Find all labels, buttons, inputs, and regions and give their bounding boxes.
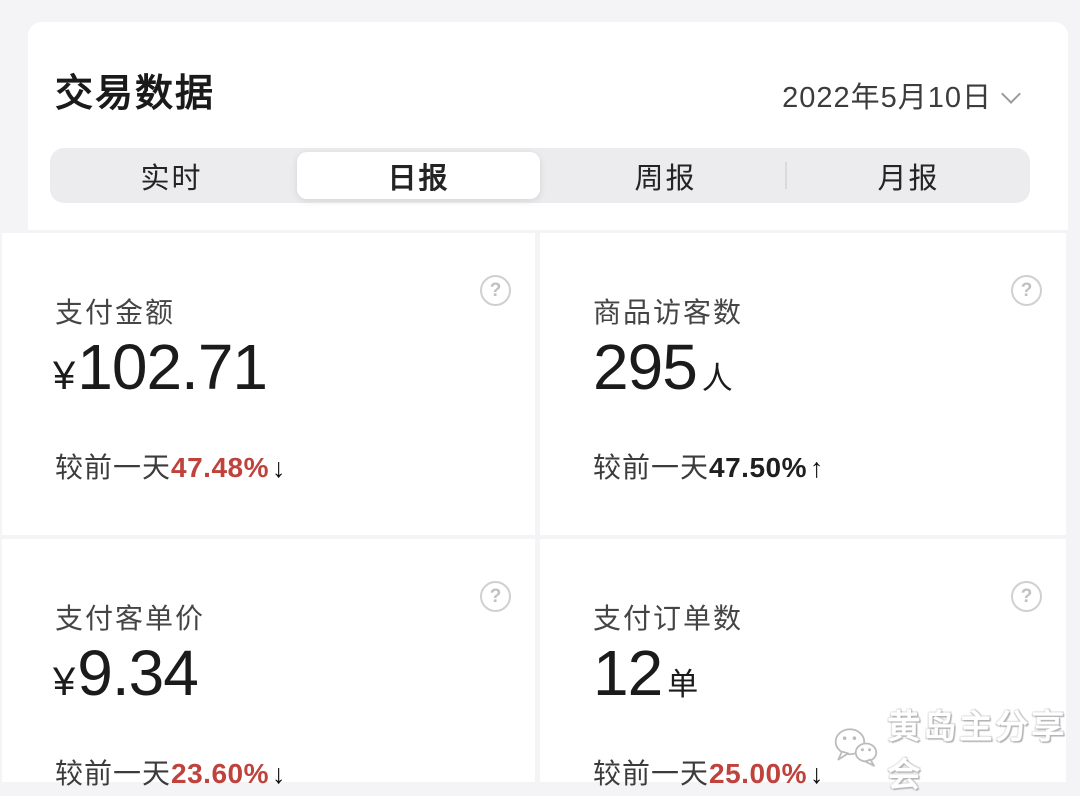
change-percent: 23.60% <box>171 758 269 790</box>
tab-daily[interactable]: 日报 <box>297 152 540 199</box>
metric-label: 支付客单价 <box>55 597 205 637</box>
chevron-down-icon <box>1004 83 1022 101</box>
value-unit: 单 <box>667 666 699 703</box>
metric-change: 较前一天 47.50% ↑ <box>593 446 823 486</box>
metric-change: 较前一天 25.00% ↓ <box>593 752 823 792</box>
compare-label: 较前一天 <box>593 752 709 792</box>
currency-symbol: ¥ <box>53 658 75 706</box>
metric-card-payment-per-customer: 支付客单价 ? ¥ 9.34 较前一天 23.60% ↓ <box>2 539 535 782</box>
value-number: 9.34 <box>77 635 198 712</box>
metric-value: ¥ 102.71 <box>53 329 272 406</box>
direction-arrow-icon: ↓ <box>272 453 286 484</box>
help-icon[interactable]: ? <box>1011 275 1042 306</box>
value-number: 102.71 <box>77 329 267 406</box>
help-icon[interactable]: ? <box>1011 581 1042 612</box>
direction-arrow-icon: ↓ <box>272 759 286 790</box>
selected-date: 2022年5月10日 <box>782 74 992 116</box>
compare-label: 较前一天 <box>55 752 171 792</box>
report-period-tab-bar: 实时 日报 周报 月报 <box>50 148 1030 203</box>
change-percent: 47.50% <box>709 452 807 484</box>
change-percent: 47.48% <box>171 452 269 484</box>
change-percent: 25.00% <box>709 758 807 790</box>
metric-label: 支付订单数 <box>593 597 743 637</box>
transaction-data-panel: 交易数据 2022年5月10日 实时 日报 周报 月报 <box>28 22 1068 230</box>
metric-label: 支付金额 <box>55 291 175 331</box>
direction-arrow-icon: ↓ <box>810 759 824 790</box>
metric-card-payment-orders: 支付订单数 ? 12 单 较前一天 25.00% ↓ <box>540 539 1066 782</box>
tab-divider <box>785 162 787 189</box>
currency-symbol: ¥ <box>53 352 75 400</box>
metric-value: 12 单 <box>591 635 699 712</box>
page-title: 交易数据 <box>55 62 215 117</box>
direction-arrow-icon: ↑ <box>810 453 824 484</box>
date-picker[interactable]: 2022年5月10日 <box>782 74 1022 116</box>
tab-weekly[interactable]: 周报 <box>544 148 787 203</box>
help-icon[interactable]: ? <box>480 275 511 306</box>
value-number: 295 <box>593 329 697 406</box>
value-unit: 人 <box>702 360 734 397</box>
metric-card-product-visitors: 商品访客数 ? 295 人 较前一天 47.50% ↑ <box>540 233 1066 535</box>
metric-label: 商品访客数 <box>593 291 743 331</box>
compare-label: 较前一天 <box>593 446 709 486</box>
tab-monthly[interactable]: 月报 <box>787 148 1030 203</box>
metric-change: 较前一天 47.48% ↓ <box>55 446 285 486</box>
compare-label: 较前一天 <box>55 446 171 486</box>
metric-change: 较前一天 23.60% ↓ <box>55 752 285 792</box>
tab-realtime[interactable]: 实时 <box>50 148 293 203</box>
value-number: 12 <box>593 635 662 712</box>
help-icon[interactable]: ? <box>480 581 511 612</box>
metric-card-payment-amount: 支付金额 ? ¥ 102.71 较前一天 47.48% ↓ <box>2 233 535 535</box>
metric-value: 295 人 <box>591 329 734 406</box>
metric-value: ¥ 9.34 <box>53 635 203 712</box>
